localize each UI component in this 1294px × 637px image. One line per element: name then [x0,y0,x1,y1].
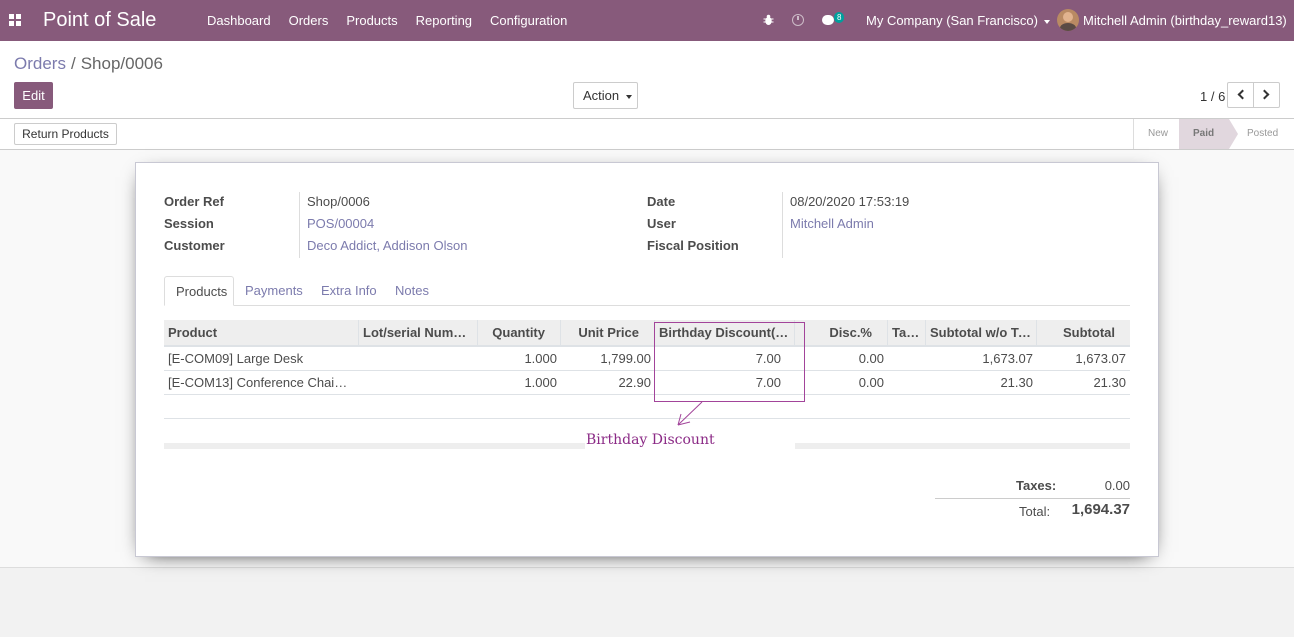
cell-discount: 0.00 [858,351,884,366]
stage-new: New [1148,128,1169,139]
menu-dashboard[interactable]: Dashboard [198,0,280,41]
status-stages: New Paid Posted [1133,119,1294,149]
cell-lot-serial [359,371,478,395]
chat-count-badge: 8 [834,12,845,23]
pager-previous-button[interactable] [1227,82,1254,108]
column-product[interactable]: Product [164,320,359,346]
empty-row [164,395,1130,419]
cell-discount: 0.00 [858,375,884,390]
cell-taxes [888,371,926,395]
action-label: Action [583,88,620,103]
tab-payments[interactable]: Payments [234,276,314,306]
edit-button[interactable]: Edit [14,82,53,109]
tab-notes[interactable]: Notes [384,276,440,306]
date-label: Date [647,194,676,209]
cell-subtotal-wo-taxes: 21.30 [1000,375,1033,390]
pager-next-button[interactable] [1253,82,1280,108]
app-title: Point of Sale [43,9,157,31]
column-quantity[interactable]: Quantity [478,320,561,346]
annotation-label: Birthday Discount [586,432,715,448]
user-label: Mitchell Admin (birthday_reward13) [1083,13,1287,28]
cell-quantity: 1.000 [524,375,557,390]
action-dropdown[interactable]: Action [573,82,638,109]
column-lot-serial[interactable]: Lot/serial Number [359,320,478,346]
cell-lot-serial [359,347,478,371]
breadcrumb-current: Shop/0006 [80,54,163,73]
fiscal-position-label: Fiscal Position [647,238,739,253]
stage-paid: Paid [1179,119,1238,149]
company-label: My Company (San Francisco) [866,13,1038,28]
annotation-arrow-icon [677,401,703,426]
activity-clock-icon[interactable] [792,14,804,26]
order-ref-label: Order Ref [164,194,224,209]
total-label: Total: [1019,504,1051,519]
avatar[interactable] [1057,9,1079,31]
cell-unit-price: 1,799.00 [600,351,651,366]
menu-orders[interactable]: Orders [280,0,338,41]
field-divider [782,192,783,258]
chevron-down-icon [1043,19,1050,24]
main-menu: Dashboard Orders Products Reporting Conf… [198,0,576,41]
birthday-discount-highlight [654,322,805,402]
chat-icon[interactable] [822,15,834,25]
field-divider [299,192,300,258]
table-row[interactable]: [E-COM13] Conference Chair (CONFIG) 1.00… [164,371,1130,395]
menu-reporting[interactable]: Reporting [407,0,481,41]
cell-subtotal: 1,673.07 [1075,351,1126,366]
stage-posted: Posted [1247,128,1279,139]
table-header: Product Lot/serial Number Quantity Unit … [164,320,1130,347]
cell-quantity: 1.000 [524,351,557,366]
session-label: Session [164,216,214,231]
form-statusbar: Return Products New Paid Posted [0,119,1294,150]
cell-product: [E-COM09] Large Desk [168,351,304,366]
customer-link[interactable]: Deco Addict, Addison Olson [307,238,467,253]
return-products-button[interactable]: Return Products [14,123,117,145]
cell-subtotal-wo-taxes: 1,673.07 [982,351,1033,366]
pager-value[interactable]: 1 / 6 [1200,89,1225,104]
chevron-down-icon [626,94,633,99]
column-discount[interactable]: Disc.% [795,320,888,346]
cell-product: [E-COM13] Conference Chair (CONFIG) [168,375,354,390]
session-link[interactable]: POS/00004 [307,216,374,231]
column-unit-price[interactable]: Unit Price [561,320,655,346]
company-switcher[interactable]: My Company (San Francisco) [866,0,1050,41]
breadcrumb-separator: / [70,54,76,73]
taxes-label: Taxes: [1016,478,1057,493]
user-link[interactable]: Mitchell Admin [790,216,874,231]
apps-menu-icon[interactable] [9,14,21,26]
breadcrumb-orders[interactable]: Orders [14,54,66,73]
taxes-value: 0.00 [1104,478,1130,493]
table-footer [164,443,585,449]
table-footer [795,443,1130,449]
chevron-right-icon [1259,89,1270,100]
menu-products[interactable]: Products [337,0,406,41]
tab-products[interactable]: Products [164,276,234,306]
control-panel: Orders / Shop/0006 Edit Action 1 / 6 [0,41,1294,119]
user-label: User [647,216,676,231]
breadcrumb: Orders / Shop/0006 [14,54,163,74]
order-ref-value: Shop/0006 [307,194,370,209]
tab-extra-info[interactable]: Extra Info [310,276,388,306]
total-value: 1,694.37 [1071,501,1130,518]
notebook-tabs: Products Payments Extra Info Notes [164,276,1130,306]
bug-icon[interactable] [763,14,774,26]
cell-taxes [888,347,926,371]
column-subtotal[interactable]: Subtotal [1037,320,1130,346]
totals-divider [935,498,1130,499]
date-value: 08/20/2020 17:53:19 [790,194,910,209]
table-row[interactable]: [E-COM09] Large Desk 1.000 1,799.00 7.00… [164,347,1130,371]
column-taxes[interactable]: Taxes [888,320,926,346]
cell-unit-price: 22.90 [618,375,651,390]
column-subtotal-wo-taxes[interactable]: Subtotal w/o Taxes [926,320,1037,346]
customer-label: Customer [164,238,225,253]
top-navbar: Point of Sale Dashboard Orders Products … [0,0,1294,65]
menu-configuration[interactable]: Configuration [481,0,576,41]
chevron-left-icon [1237,89,1248,100]
cell-subtotal: 21.30 [1093,375,1126,390]
